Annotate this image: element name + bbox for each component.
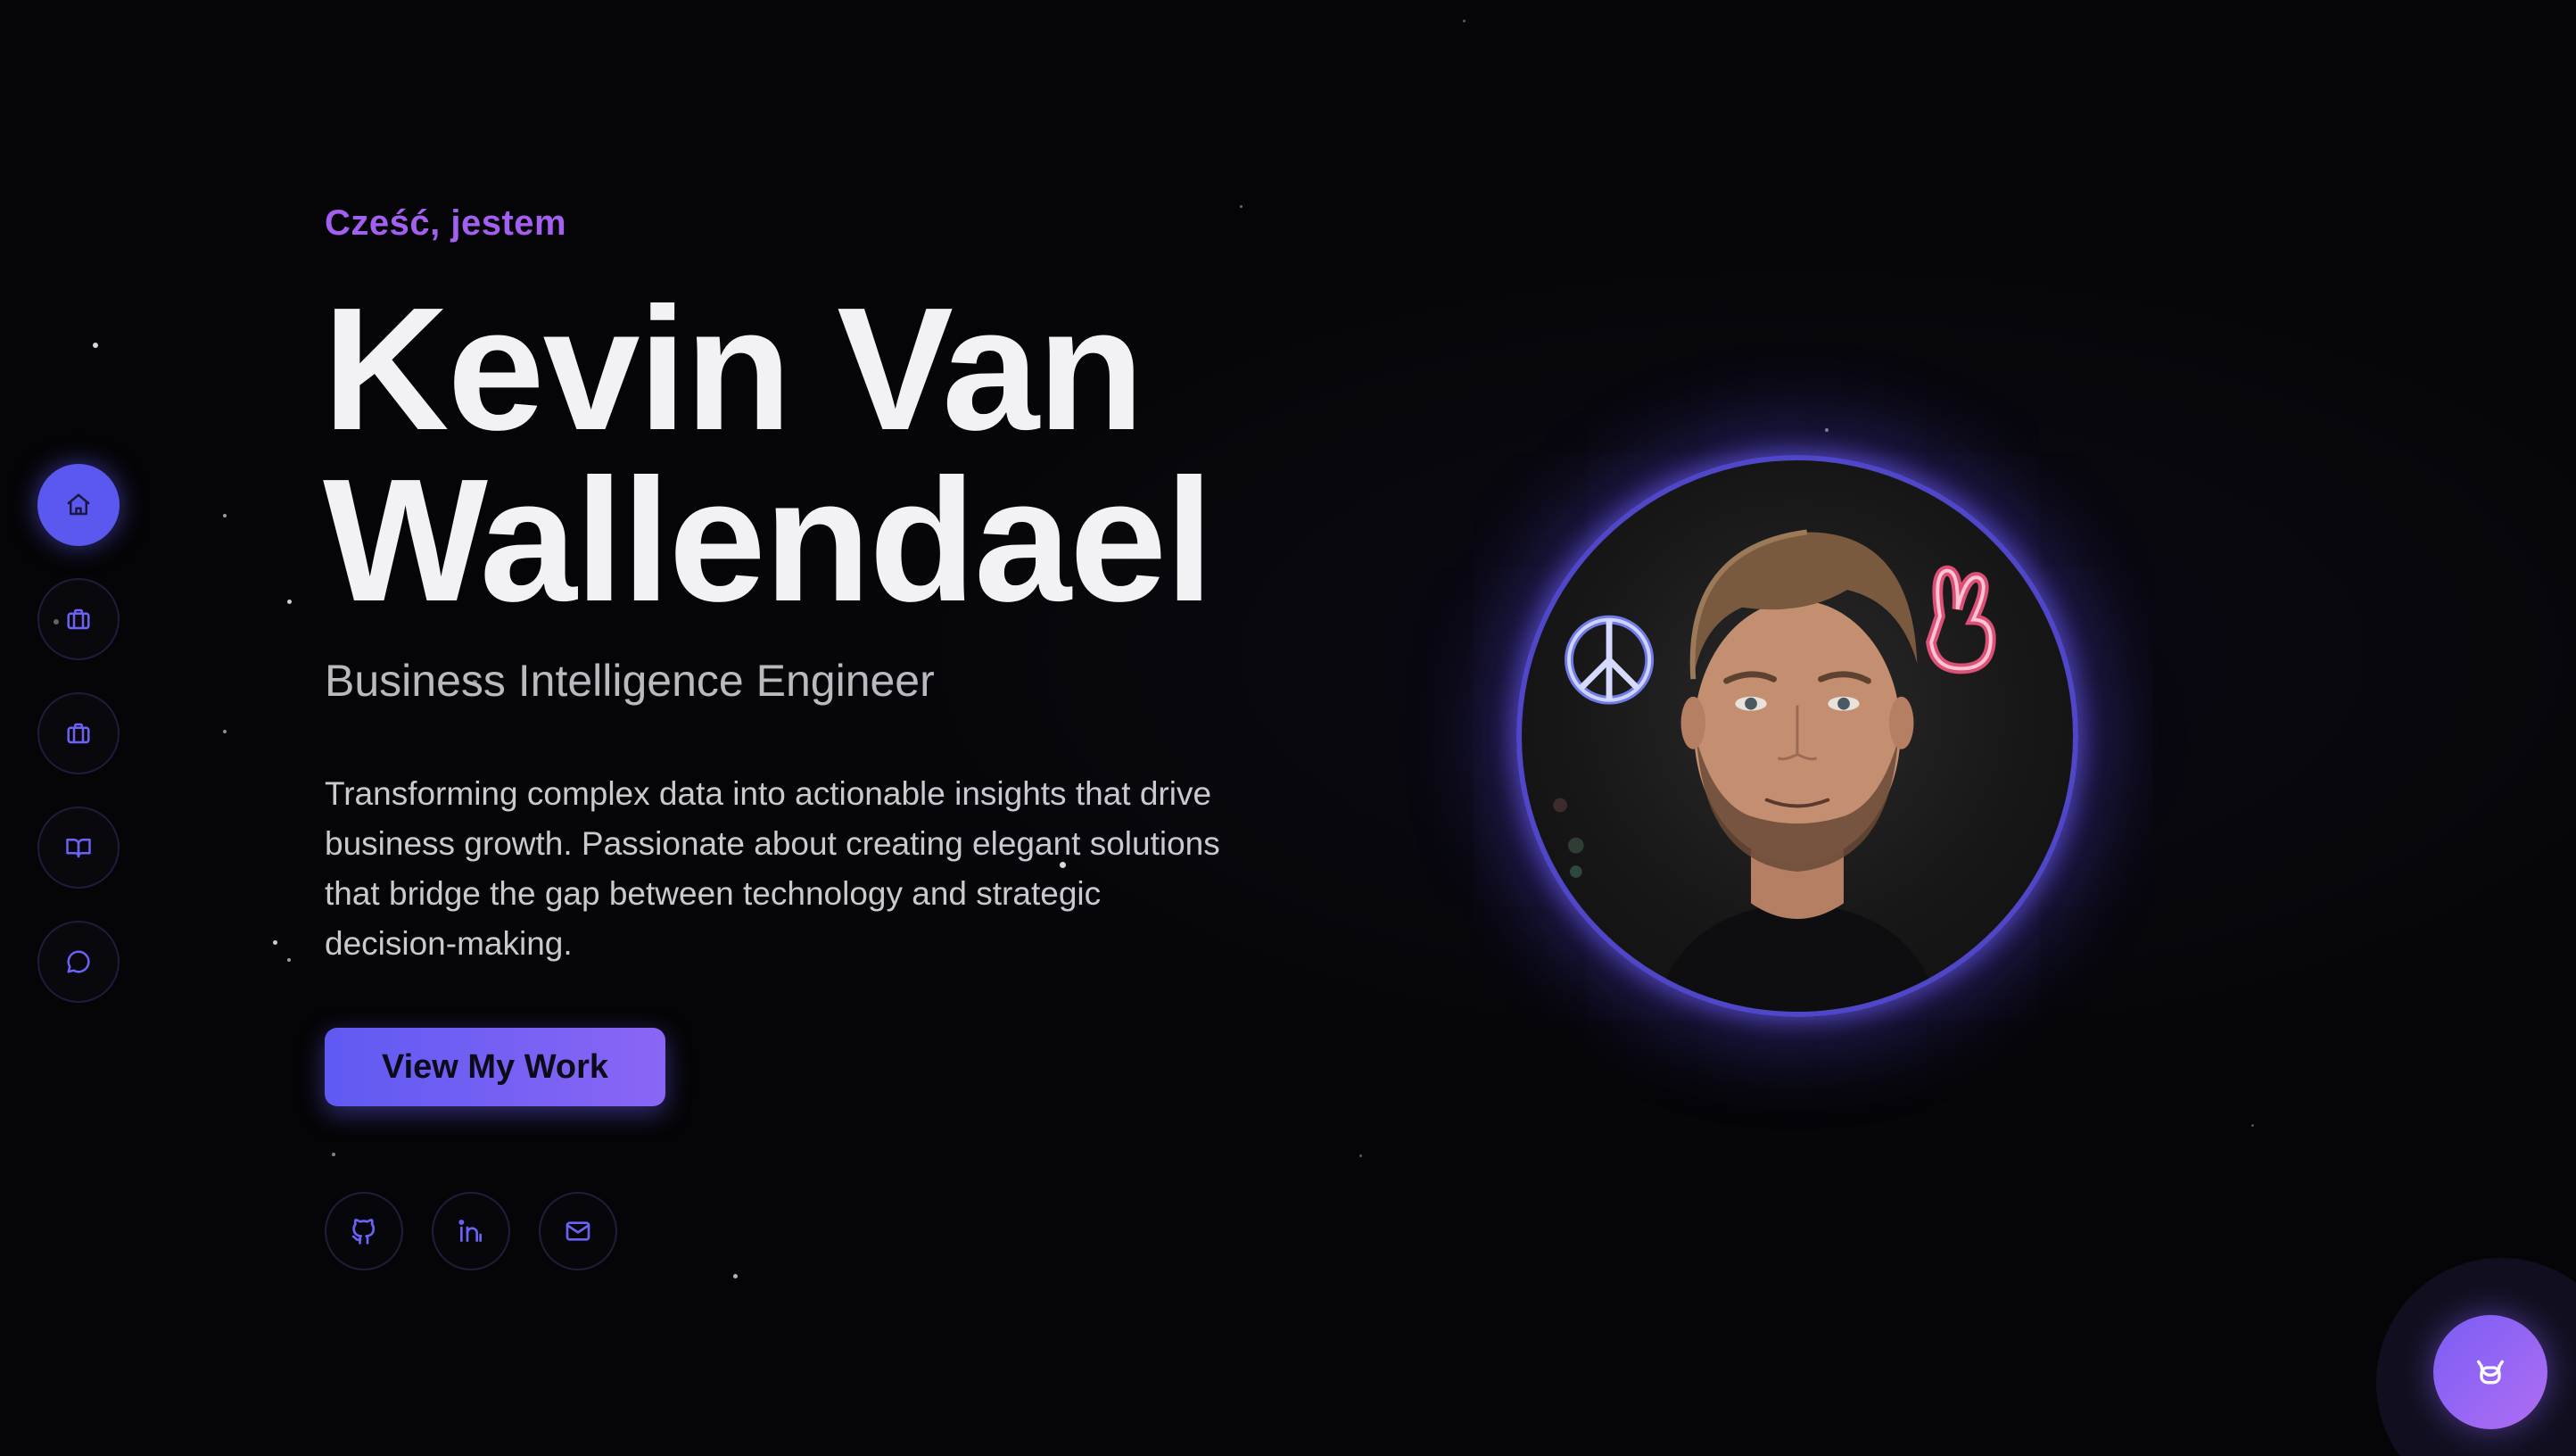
view-my-work-button[interactable]: View My Work (325, 1028, 665, 1106)
book-open-icon (66, 839, 91, 858)
nav-home-button[interactable] (37, 464, 120, 546)
bio-text: Transforming complex data into actionabl… (325, 775, 1220, 962)
profile-photo (1516, 455, 2078, 1017)
bot-icon (2477, 1360, 2504, 1385)
star (223, 730, 227, 733)
home-icon (67, 493, 90, 516)
profile-photo-illustration (1553, 529, 1996, 1012)
star (1825, 428, 1829, 432)
linkedin-link[interactable] (432, 1192, 510, 1270)
star (1240, 205, 1243, 208)
neon-peace-sign-icon (1565, 615, 1655, 705)
briefcase-icon (67, 608, 90, 630)
chat-assistant-button[interactable] (2433, 1315, 2547, 1429)
star (1463, 20, 1466, 22)
email-link[interactable] (539, 1192, 617, 1270)
github-link[interactable] (325, 1192, 403, 1270)
nav-projects-button[interactable] (37, 692, 120, 774)
chat-bubble-icon (67, 950, 90, 973)
star (2251, 1124, 2254, 1127)
nav-experience-button[interactable] (37, 578, 120, 660)
mail-icon (566, 1221, 590, 1241)
nav-contact-button[interactable] (37, 921, 120, 1003)
greeting-text: Cześć, jestem (325, 203, 567, 243)
star (273, 940, 277, 945)
star (1359, 1154, 1362, 1157)
star (223, 514, 227, 517)
portfolio-hero-page: Cześć, jestem Kevin Van Wallendael Busin… (0, 0, 2576, 1456)
briefcase-icon (67, 723, 90, 744)
star (733, 1274, 738, 1278)
hero-name: Kevin Van Wallendael (323, 271, 1214, 638)
star (93, 343, 98, 348)
nav-blog-button[interactable] (37, 807, 120, 889)
role-title: Business Intelligence Engineer (325, 656, 935, 706)
neon-hand-icon (1926, 565, 1996, 674)
star (287, 958, 291, 962)
linkedin-icon (458, 1220, 482, 1242)
star (287, 600, 292, 604)
github-icon (351, 1219, 376, 1245)
star (332, 1153, 335, 1156)
